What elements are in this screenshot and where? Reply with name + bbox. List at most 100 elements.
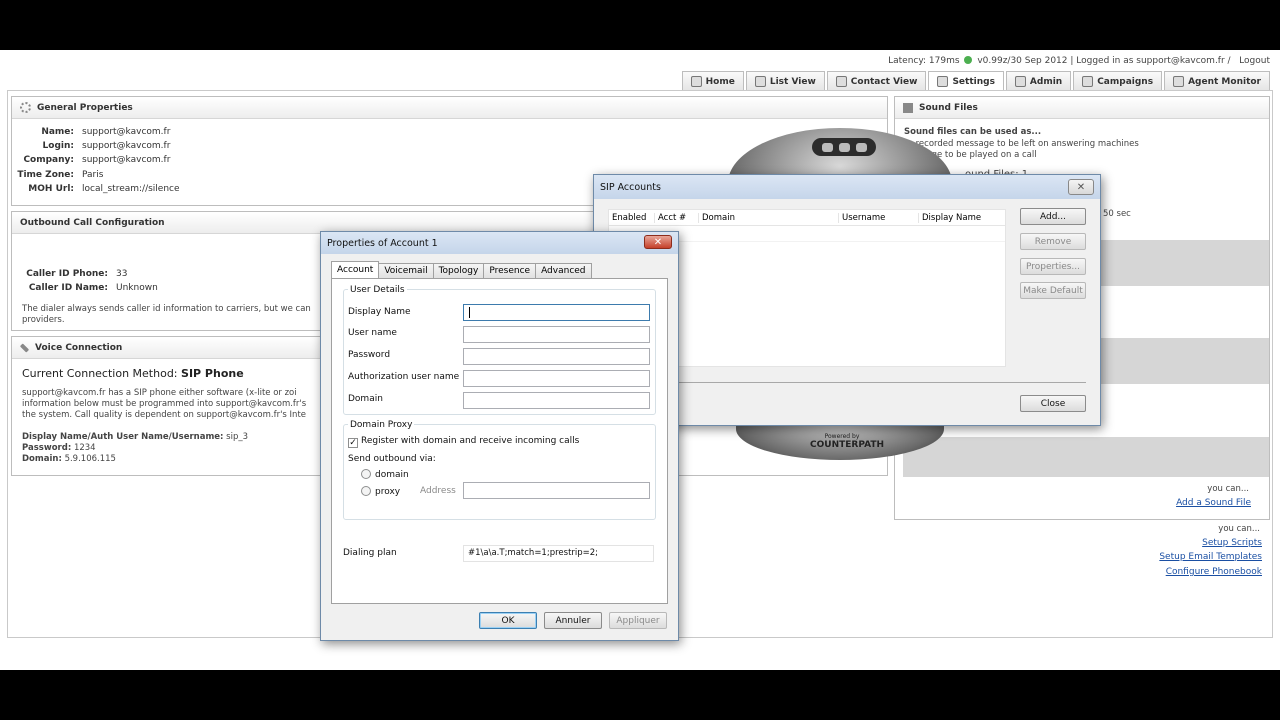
ok-button[interactable]: OK [479, 612, 537, 629]
tab-topology[interactable]: Topology [432, 263, 485, 278]
tab-presence[interactable]: Presence [483, 263, 537, 278]
address-field[interactable] [463, 482, 650, 499]
user-name-field[interactable] [463, 326, 650, 343]
status-dot-icon [964, 56, 973, 64]
monitor-icon [1173, 76, 1185, 87]
dialing-plan-field[interactable]: #1\a\a.T;match=1;prestrip=2; [463, 545, 654, 562]
tab-campaigns[interactable]: Campaigns [1073, 71, 1163, 91]
col-domain[interactable]: Domain [699, 212, 839, 223]
cancel-button[interactable]: Annuler [544, 612, 602, 629]
register-label: Register with domain and receive incomin… [361, 436, 580, 446]
proxy-radio[interactable] [361, 486, 371, 496]
domain-option-label: domain [375, 470, 409, 480]
moh-row: MOH Url: local_stream://silence [12, 184, 180, 194]
remove-account-button[interactable]: Remove [1020, 233, 1086, 250]
menu-icon[interactable] [821, 142, 833, 152]
tab-settings[interactable]: Settings [928, 71, 1004, 91]
minimize-icon[interactable] [838, 142, 850, 152]
voice-description: support@kavcom.fr has a SIP phone either… [22, 388, 306, 421]
domain-field[interactable] [463, 392, 650, 409]
col-username[interactable]: Username [839, 212, 919, 223]
login-value: support@kavcom.fr [82, 141, 171, 151]
outbound-proxy-option[interactable]: proxy [361, 486, 400, 497]
dialing-plan-label: Dialing plan [343, 548, 397, 558]
close-icon[interactable]: ✕ [1068, 179, 1094, 195]
domain-value: 5.9.106.115 [64, 454, 116, 464]
name-value: support@kavcom.fr [82, 127, 171, 137]
you-can-text: you can... [1207, 484, 1249, 494]
auth-user-field[interactable] [463, 370, 650, 387]
speaker-icon [903, 102, 913, 113]
setup-email-templates-link[interactable]: Setup Email Templates [1159, 552, 1262, 562]
col-display-name[interactable]: Display Name [919, 213, 1003, 223]
contact-icon [835, 76, 847, 87]
outbound-domain-option[interactable]: domain [361, 469, 409, 480]
tab-agent-monitor[interactable]: Agent Monitor [1164, 71, 1270, 91]
tab-voicemail[interactable]: Voicemail [378, 263, 434, 278]
moh-value: local_stream://silence [82, 184, 180, 194]
timezone-label: Time Zone: [17, 170, 74, 180]
panel-title: General Properties [37, 102, 133, 113]
sound-duration: 50 sec [1103, 209, 1131, 219]
address-label: Address [420, 486, 456, 496]
gear-icon [20, 102, 31, 113]
domain-proxy-heading: Domain Proxy [348, 420, 415, 430]
close-button[interactable]: Close [1020, 395, 1086, 412]
col-acct[interactable]: Acct # [655, 212, 699, 223]
close-icon[interactable] [855, 142, 867, 152]
desc-line: the system. Call quality is dependent on… [22, 410, 307, 420]
col-enabled[interactable]: Enabled [609, 212, 655, 223]
properties-button[interactable]: Properties... [1020, 258, 1086, 275]
desc-line: information below must be programmed int… [22, 399, 307, 409]
user-name-label: User name [348, 328, 397, 338]
status-bar: Latency: 179ms v0.99z/30 Sep 2012 | Logg… [888, 56, 1270, 66]
callerid-name-value: Unknown [116, 283, 158, 293]
tab-label: Admin [1029, 76, 1063, 87]
setup-scripts-link[interactable]: Setup Scripts [1202, 538, 1262, 548]
domain-label: Domain: [22, 454, 62, 464]
tab-advanced[interactable]: Advanced [535, 263, 592, 278]
tab-admin[interactable]: Admin [1005, 71, 1072, 91]
register-checkbox[interactable]: ✓ [348, 438, 358, 448]
brand-name: COUNTERPATH [810, 440, 885, 450]
close-icon[interactable]: ✕ [644, 235, 672, 249]
configure-phonebook-link[interactable]: Configure Phonebook [1166, 567, 1262, 577]
password-label: Password: [22, 443, 72, 453]
password-label: Password [348, 350, 391, 360]
home-icon [690, 76, 702, 87]
apply-button[interactable]: Appliquer [609, 612, 667, 629]
app-screen: Latency: 179ms v0.99z/30 Sep 2012 | Logg… [0, 50, 1280, 670]
timezone-row: Time Zone: Paris [12, 170, 103, 180]
tab-page-account: User Details Display Name User name Pass… [331, 278, 668, 604]
add-account-button[interactable]: Add... [1020, 208, 1086, 225]
add-sound-file-link[interactable]: Add a Sound File [1176, 498, 1251, 508]
outbound-note: The dialer always sends caller id inform… [22, 304, 311, 326]
you-can-text: you can... [1218, 524, 1260, 534]
version-text: v0.99z/30 Sep 2012 | Logged in as suppor… [977, 56, 1231, 66]
make-default-button[interactable]: Make Default [1020, 282, 1086, 299]
callerid-phone-value: 33 [116, 269, 128, 279]
tab-contact-view[interactable]: Contact View [826, 71, 927, 91]
name-row: Name: support@kavcom.fr [12, 127, 170, 137]
account-properties-window: Properties of Account 1 ✕ Account Voicem… [320, 231, 679, 641]
panel-title: Sound Files [919, 102, 978, 113]
domain-label: Domain [348, 394, 383, 404]
display-name-field[interactable] [463, 304, 650, 321]
tab-list-view[interactable]: List View [745, 71, 825, 91]
panel-title: Outbound Call Configuration [20, 217, 165, 228]
domain-radio[interactable] [361, 469, 371, 479]
tab-label: Home [705, 76, 735, 87]
latency-text: Latency: 179ms [888, 56, 960, 66]
admin-icon [1014, 76, 1026, 87]
callerid-name-label: Caller ID Name: [28, 283, 108, 293]
password-field[interactable] [463, 348, 650, 365]
tab-label: Campaigns [1097, 76, 1154, 87]
register-checkbox-row[interactable]: ✓ Register with domain and receive incomi… [348, 436, 579, 448]
text-cursor [469, 307, 470, 318]
tab-account[interactable]: Account [331, 261, 380, 278]
name-label: Name: [41, 127, 74, 137]
list-icon [754, 76, 766, 87]
login-label: Login: [42, 141, 74, 151]
logout-link[interactable]: Logout [1239, 56, 1270, 66]
tab-home[interactable]: Home [681, 71, 744, 91]
